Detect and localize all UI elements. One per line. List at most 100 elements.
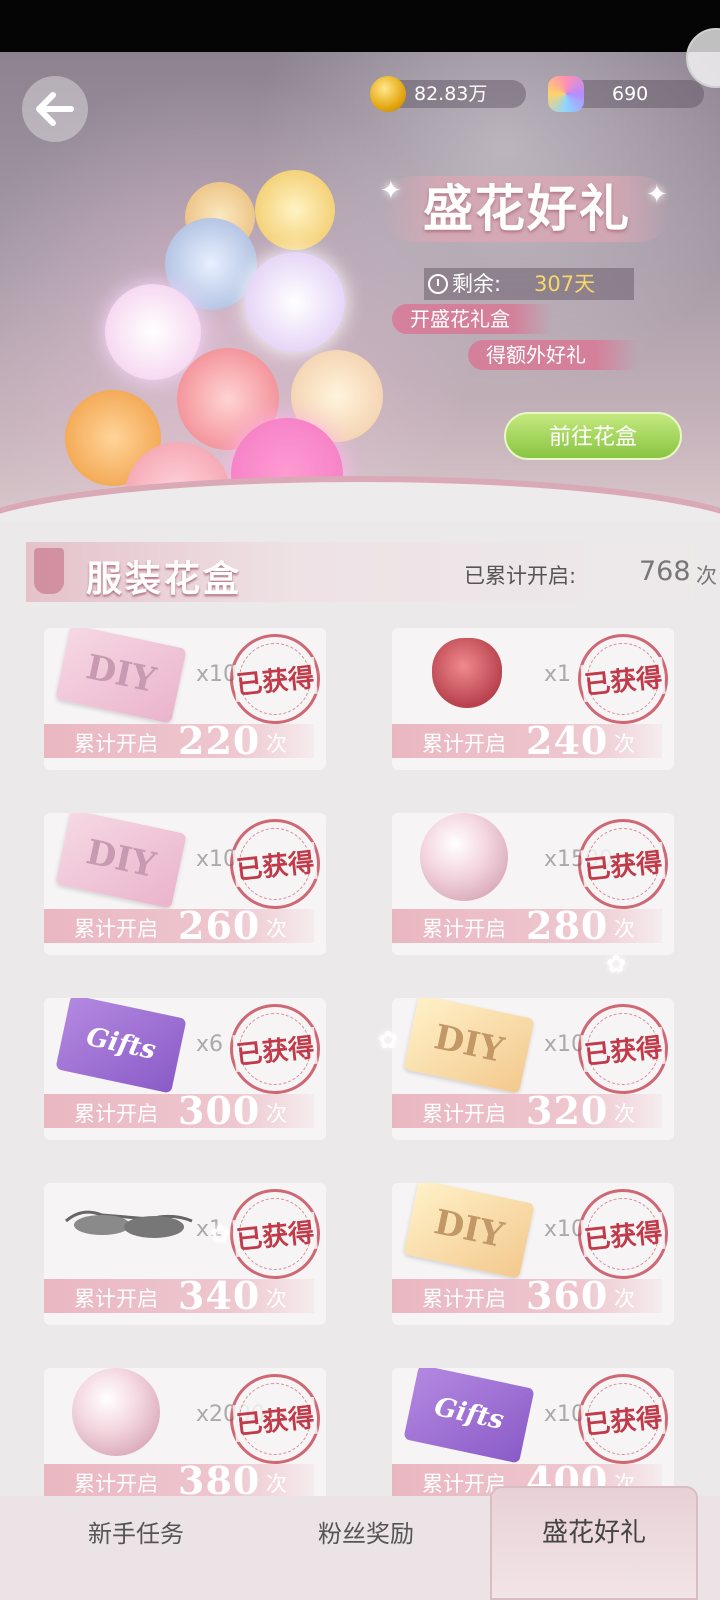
section-title: 服装花盒 [86, 559, 243, 600]
milestone-bar: 累计开启 260 次 [44, 903, 314, 948]
claimed-stamp-text: 已获得 [232, 1396, 318, 1442]
reward-card[interactable]: x1500 已获得 累计开启 280 次 [392, 813, 674, 955]
dress-orb-icon [420, 813, 508, 901]
back-button[interactable] [22, 76, 88, 142]
bottom-tab-bar: 新手任务 粉丝奖励 盛花好礼 [0, 1486, 720, 1600]
event-hint-line2: 得额外好礼 [468, 340, 638, 370]
opened-count-label: 已累计开启: [464, 564, 577, 588]
claimed-stamp-text: 已获得 [232, 1211, 318, 1257]
reward-card[interactable]: Gifts x6 已获得 累计开启 300 次 [44, 998, 326, 1140]
diy-card-icon: DIY [403, 998, 535, 1094]
arrow-left-icon [36, 92, 74, 126]
claimed-stamp: 已获得 [225, 814, 325, 914]
milestone-unit: 次 [266, 1287, 287, 1311]
milestone-threshold: 360 [526, 1273, 609, 1318]
milestone-prefix: 累计开启 [74, 1287, 158, 1311]
gem-amount: 690 [612, 83, 649, 105]
claimed-stamp: 已获得 [225, 1184, 325, 1284]
milestone-unit: 次 [266, 1102, 287, 1126]
tab-fan-rewards[interactable]: 粉丝奖励 [246, 1496, 486, 1600]
claimed-stamp: 已获得 [225, 999, 325, 1099]
milestone-bar: 累计开启 320 次 [392, 1088, 662, 1133]
diy-card-label: DIY [82, 832, 160, 886]
reward-card[interactable]: DIY x10 已获得 累计开启 360 次 [392, 1183, 674, 1325]
floating-petal-icon: ✿ [378, 1026, 399, 1054]
clock-icon [428, 274, 448, 294]
milestone-unit: 次 [266, 1472, 287, 1496]
milestone-threshold: 260 [178, 903, 261, 948]
milestone-prefix: 累计开启 [422, 1102, 506, 1126]
diy-card-icon: DIY [55, 813, 187, 909]
milestone-threshold: 220 [178, 718, 261, 763]
gem-counter: 690 [548, 76, 704, 112]
milestone-unit: 次 [614, 917, 635, 941]
diamond-icon [548, 76, 584, 112]
milestone-bar: 累计开启 300 次 [44, 1088, 314, 1133]
milestone-bar: 累计开启 220 次 [44, 718, 314, 763]
claimed-stamp-text: 已获得 [232, 656, 318, 702]
milestone-unit: 次 [266, 917, 287, 941]
milestone-prefix: 累计开启 [422, 1287, 506, 1311]
claimed-stamp-text: 已获得 [580, 656, 666, 702]
event-hint-line1: 开盛花礼盒 [392, 304, 552, 334]
reward-quantity: x1 [544, 662, 572, 687]
milestone-bar: 累计开启 340 次 [44, 1273, 314, 1318]
milestone-prefix: 累计开启 [74, 732, 158, 756]
gift-card-icon: Gifts [55, 998, 187, 1094]
claimed-stamp: 已获得 [573, 629, 673, 729]
diy-card-icon: DIY [403, 1183, 535, 1279]
floating-petal-icon: ✿ [210, 1220, 231, 1248]
reward-card[interactable]: DIY x10 已获得 累计开启 220 次 [44, 628, 326, 770]
milestone-prefix: 累计开启 [74, 917, 158, 941]
reward-card[interactable]: x2000 已获得 累计开启 380 次 [44, 1368, 326, 1510]
strawberry-icon [432, 638, 502, 708]
flower-pot-icon [34, 548, 64, 594]
tab-flower-gifts[interactable]: 盛花好礼 [490, 1486, 698, 1600]
coin-amount: 82.83万 [414, 83, 488, 105]
claimed-stamp-text: 已获得 [580, 841, 666, 887]
reward-quantity: x6 [196, 1032, 224, 1057]
milestone-bar: 累计开启 380 次 [44, 1458, 314, 1503]
opened-count-value: 768 [639, 556, 691, 587]
gold-coin-icon [370, 76, 406, 112]
reward-card[interactable]: DIY x10 已获得 累计开启 320 次 [392, 998, 674, 1140]
go-to-flower-box-button[interactable]: 前往花盒 [504, 412, 682, 460]
milestone-threshold: 240 [526, 718, 609, 763]
milestone-bar: 累计开启 240 次 [392, 718, 662, 763]
milestone-threshold: 300 [178, 1088, 261, 1133]
milestone-unit: 次 [614, 1102, 635, 1126]
diy-card-label: DIY [430, 1017, 508, 1071]
tab-beginner-tasks[interactable]: 新手任务 [16, 1496, 256, 1600]
sparkle-icon: ✦ [646, 180, 668, 210]
diy-card-icon: DIY [55, 628, 187, 724]
dress-orb-icon [72, 1368, 160, 1456]
reward-card[interactable]: x1 已获得 累计开启 340 次 [44, 1183, 326, 1325]
claimed-stamp-text: 已获得 [580, 1026, 666, 1072]
claimed-stamp: 已获得 [225, 1369, 325, 1469]
sunglasses-icon [62, 1191, 193, 1267]
reward-card[interactable]: DIY x10 已获得 累计开启 260 次 [44, 813, 326, 955]
milestone-unit: 次 [614, 732, 635, 756]
event-title: 盛花好礼 [382, 176, 672, 242]
flower-bouquet-illustration [55, 152, 395, 522]
remaining-label: 剩余: [452, 272, 502, 296]
milestone-unit: 次 [266, 732, 287, 756]
gift-card-label: Gifts [83, 1022, 159, 1066]
gift-card-label: Gifts [431, 1392, 507, 1436]
time-remaining: 剩余: 307天 [424, 268, 634, 300]
claimed-stamp: 已获得 [573, 814, 673, 914]
milestone-prefix: 累计开启 [74, 1472, 158, 1496]
coin-counter: 82.83万 [370, 76, 526, 112]
milestone-prefix: 累计开启 [422, 917, 506, 941]
gift-card-icon: Gifts [403, 1368, 535, 1464]
milestone-bar: 累计开启 280 次 [392, 903, 662, 948]
diy-card-label: DIY [82, 647, 160, 701]
reward-card[interactable]: x1 已获得累计开启 240 次 [392, 628, 674, 770]
claimed-stamp: 已获得 [573, 1369, 673, 1469]
milestone-prefix: 累计开启 [422, 732, 506, 756]
claimed-stamp: 已获得 [573, 999, 673, 1099]
remaining-days: 307天 [534, 272, 596, 296]
claimed-stamp: 已获得 [225, 629, 325, 729]
sparkle-icon: ✦ [380, 176, 402, 206]
status-bar [0, 0, 720, 52]
